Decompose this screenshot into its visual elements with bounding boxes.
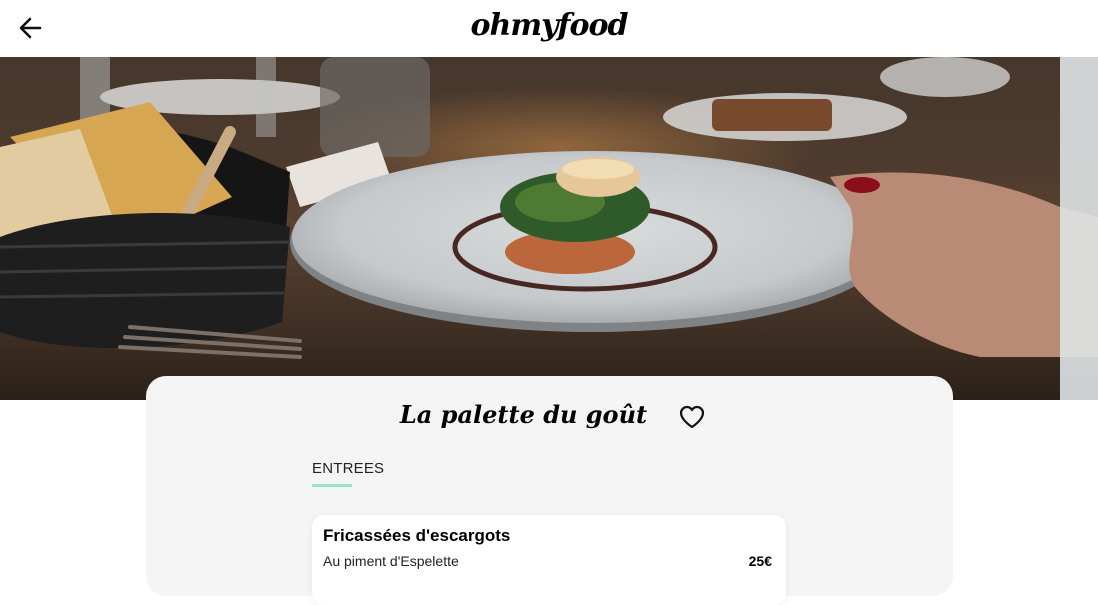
app-header: ohmyfood: [0, 0, 1098, 57]
restaurant-title: La palette du goût: [146, 398, 953, 432]
menu-card: La palette du goût ENTREES Fricassées d'…: [146, 376, 953, 605]
dish-name: Fricassées d'escargots: [323, 526, 511, 545]
heart-outline-icon: [679, 405, 705, 429]
section-title-entrees: ENTREES: [312, 460, 385, 477]
hero-image: [0, 57, 1098, 400]
app-logo[interactable]: ohmyfood: [0, 6, 1098, 46]
restaurant-name: La palette du goût: [399, 400, 648, 429]
section-underline: [312, 484, 352, 487]
favorite-button[interactable]: [678, 404, 706, 430]
dish-card[interactable]: Fricassées d'escargots Au piment d'Espel…: [312, 515, 786, 605]
dish-description: Au piment d'Espelette: [323, 553, 459, 569]
dish-price: 25€: [748, 553, 772, 569]
